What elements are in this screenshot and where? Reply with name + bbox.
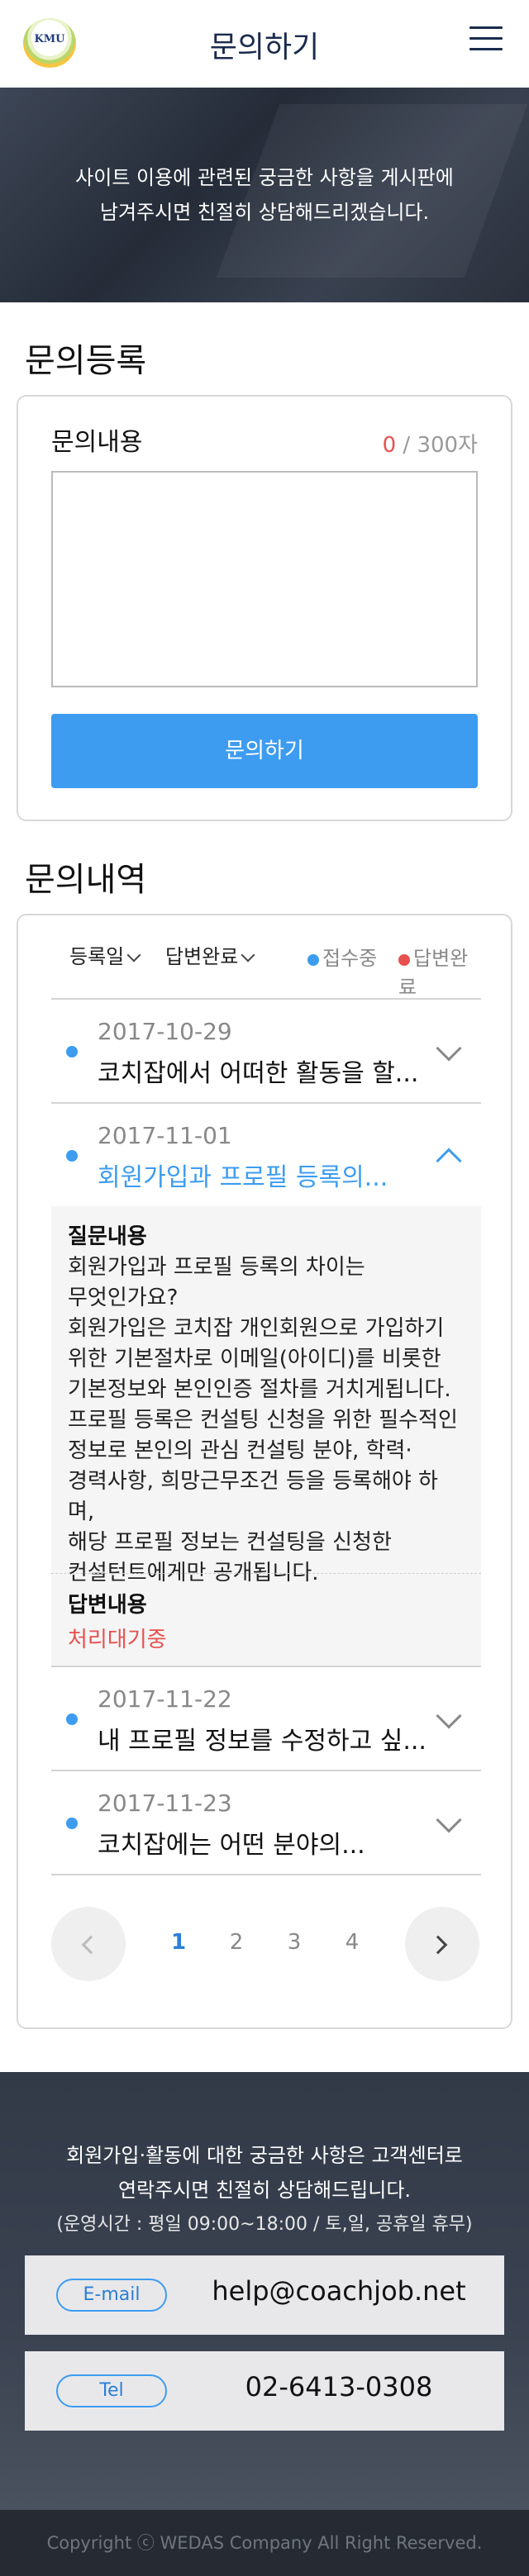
page-title: 문의하기 — [209, 31, 320, 64]
chevron-down-icon[interactable] — [436, 1807, 462, 1833]
chevron-left-icon — [81, 1935, 101, 1955]
tel-number[interactable]: 02-6413-0308 — [190, 2371, 488, 2403]
legend-answered-label: 답변완료 — [398, 947, 469, 999]
status-label: 답변완료 — [165, 945, 239, 968]
next-page-button[interactable] — [405, 1907, 479, 1981]
footer-line-2: 연락주시면 친절히 상담해드립니다. — [117, 2179, 412, 2202]
email-contact[interactable]: E-mail help@coachjob.net — [25, 2255, 504, 2335]
question-line: 정보로 본인의 관심 컨설팅 분야, 학력· — [68, 1438, 412, 1463]
char-count-current: 0 — [382, 433, 397, 458]
item-date: 2017-11-22 — [98, 1685, 232, 1713]
page-2[interactable]: 2 — [220, 1930, 253, 1955]
filters-bar: 등록일 답변완료 접수중 답변완료 — [51, 940, 481, 999]
question-line: 경력사항, 희망근무조건 등을 등록해야 하며, — [68, 1469, 438, 1524]
legend-received: 접수중 — [307, 942, 377, 971]
page-numbers: 1 2 3 4 — [150, 1930, 382, 1963]
legend-dot-red — [398, 954, 410, 966]
list-item[interactable]: 2017-11-22 내 프로필 정보를 수정하고 싶... — [51, 1667, 481, 1770]
tel-contact[interactable]: Tel 02-6413-0308 — [25, 2351, 504, 2431]
footer: 회원가입·활동에 대한 궁금한 사항은 고객센터로 연락주시면 친절히 상담해드… — [0, 2072, 529, 2510]
question-line: 기본정보와 본인인증 절차를 거치게됩니다. — [68, 1377, 451, 1402]
chevron-right-icon — [428, 1935, 448, 1955]
list-item[interactable]: 2017-11-23 코치잡에는 어떤 분야의... — [51, 1771, 481, 1874]
chevron-up-icon[interactable] — [436, 1148, 462, 1174]
status-dot — [66, 1713, 78, 1725]
qa-panel: 질문내용 회원가입과 프로필 등록의 차이는 무엇인가요? 회원가입은 코치잡 … — [51, 1206, 481, 1666]
item-date: 2017-11-23 — [98, 1789, 232, 1817]
legend-dot-blue — [307, 954, 319, 966]
history-section-title: 문의내역 — [25, 861, 147, 899]
status-dropdown[interactable]: 답변완료 — [165, 940, 255, 969]
question-line: 회원가입은 코치잡 개인회원으로 가입하기 — [68, 1316, 445, 1341]
register-card: 문의내용 0 / 300자 문의하기 — [17, 395, 512, 821]
item-title: 코치잡에는 어떤 분야의... — [98, 1831, 365, 1860]
question-line: 프로필 등록은 컨설팅 신청을 위한 필수적인 — [68, 1408, 458, 1433]
question-label: 질문내용 — [68, 1224, 147, 1249]
sort-date-label: 등록일 — [69, 945, 125, 968]
item-date: 2017-11-01 — [98, 1122, 232, 1149]
status-dot — [66, 1150, 78, 1162]
prev-page-button[interactable] — [51, 1907, 126, 1981]
page-4[interactable]: 4 — [336, 1930, 369, 1955]
legend-answered: 답변완료 — [398, 942, 481, 1000]
status-dot — [66, 1046, 78, 1057]
operating-hours: (운영시간 : 평일 09:00~18:00 / 토,일, 공휴일 휴무) — [56, 2214, 473, 2235]
submit-inquiry-button[interactable]: 문의하기 — [51, 714, 478, 788]
item-title: 내 프로필 정보를 수정하고 싶... — [98, 1727, 427, 1756]
page-3[interactable]: 3 — [278, 1930, 311, 1955]
hamburger-menu-icon[interactable] — [469, 26, 503, 59]
page-1[interactable]: 1 — [162, 1930, 195, 1955]
hero-text: 사이트 이용에 관련된 궁금한 사항을 게시판에 남겨주시면 친절히 상담해드리… — [33, 160, 496, 230]
footer-line-1: 회원가입·활동에 대한 궁금한 사항은 고객센터로 — [66, 2144, 463, 2167]
chevron-down-icon[interactable] — [436, 1035, 462, 1062]
answer-label: 답변내용 — [68, 1593, 147, 1618]
list-item-expanded[interactable]: 2017-11-01 회원가입과 프로필 등록의... — [51, 1104, 481, 1206]
char-count-max: / 300자 — [396, 433, 478, 458]
char-counter: 0 / 300자 — [383, 428, 478, 459]
hero-line-2: 남겨주시면 친절히 상담해드리겠습니다. — [99, 201, 430, 224]
item-title: 코치잡에서 어떠한 활동을 할... — [98, 1059, 419, 1088]
email-address[interactable]: help@coachjob.net — [190, 2275, 488, 2307]
header: KMU 문의하기 — [0, 0, 529, 88]
legend-received-label: 접수중 — [322, 947, 378, 970]
answer-status: 처리대기중 — [68, 1628, 167, 1652]
copyright: Copyright ⓒ WEDAS Company All Right Rese… — [0, 2510, 529, 2576]
chevron-down-icon[interactable] — [436, 1703, 462, 1729]
history-card: 등록일 답변완료 접수중 답변완료 2017-10-29 코치잡에서 어떠한 활… — [17, 914, 512, 2029]
status-dot — [66, 1818, 78, 1829]
list-item[interactable]: 2017-10-29 코치잡에서 어떠한 활동을 할... — [51, 1000, 481, 1102]
email-badge: E-mail — [56, 2279, 167, 2312]
question-line: 위한 기본절차로 이메일(아이디)를 비롯한 — [68, 1347, 441, 1371]
item-title: 회원가입과 프로필 등록의... — [98, 1163, 388, 1192]
question-body: 회원가입과 프로필 등록의 차이는 무엇인가요? 회원가입은 코치잡 개인회원으… — [68, 1252, 465, 1589]
tel-badge: Tel — [56, 2374, 167, 2407]
chevron-down-icon — [241, 948, 255, 962]
item-date: 2017-10-29 — [98, 1018, 232, 1045]
qa-divider — [51, 1573, 481, 1574]
inquiry-content-label: 문의내용 — [51, 428, 143, 457]
hero-banner: 사이트 이용에 관련된 궁금한 사항을 게시판에 남겨주시면 친절히 상담해드리… — [0, 88, 529, 302]
divider — [51, 1874, 481, 1875]
footer-text: 회원가입·활동에 대한 궁금한 사항은 고객센터로 연락주시면 친절히 상담해드… — [17, 2138, 512, 2208]
inquiry-textarea[interactable] — [51, 471, 478, 687]
question-line: 회원가입과 프로필 등록의 차이는 — [68, 1255, 365, 1280]
question-line: 무엇인가요? — [68, 1286, 179, 1310]
register-section-title: 문의등록 — [25, 342, 147, 380]
sort-date-dropdown[interactable]: 등록일 — [69, 940, 141, 969]
hero-line-1: 사이트 이용에 관련된 궁금한 사항을 게시판에 — [75, 166, 454, 189]
question-line: 해당 프로필 정보는 컨설팅을 신청한 — [68, 1530, 392, 1555]
chevron-down-icon — [126, 948, 141, 962]
